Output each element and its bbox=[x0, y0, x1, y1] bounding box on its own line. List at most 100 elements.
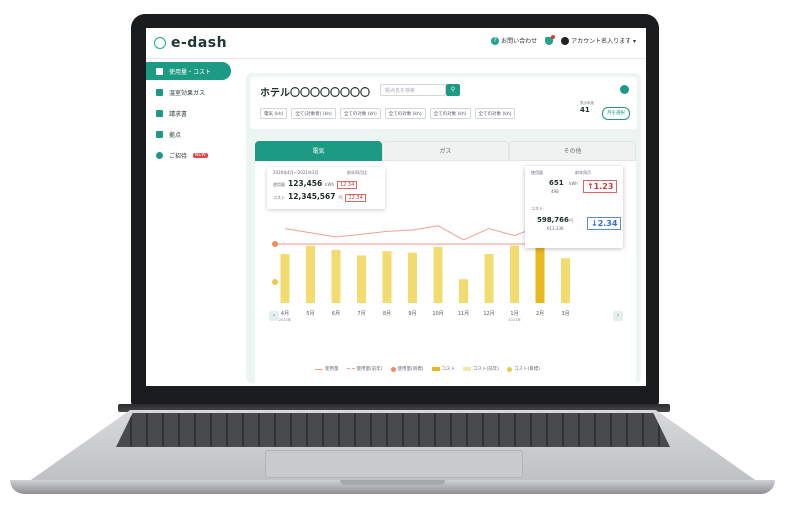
logo-text: e-dash bbox=[171, 35, 228, 51]
x-tick-label: 2月 bbox=[536, 311, 544, 317]
search-input[interactable]: 拠点名を検索 bbox=[380, 84, 446, 96]
legend: 使用量 使用量(前年) 使用量(目標) コスト コスト(前年) コスト(目標) bbox=[315, 366, 540, 372]
sidebar-item-invite[interactable]: ご招待 NEW bbox=[146, 146, 241, 164]
legend-item: コスト bbox=[431, 366, 455, 372]
x-tick-label: 6月 bbox=[332, 311, 340, 317]
tip-usage-unit: kWh bbox=[569, 181, 578, 186]
tab-gas[interactable]: ガス bbox=[382, 141, 509, 161]
account-label: アカウント名入ります ▾ bbox=[571, 38, 636, 45]
month-select-button[interactable]: 月を選択 bbox=[602, 107, 630, 120]
site-name: ホテル〇〇〇〇〇〇〇〇 bbox=[260, 88, 370, 99]
target-marker-cost bbox=[272, 279, 278, 285]
sidebar-item-sites[interactable]: 拠点 bbox=[146, 125, 241, 143]
tip-usage-value: 651 bbox=[549, 179, 564, 187]
invite-icon bbox=[156, 151, 163, 159]
x-tick-label: 5月 bbox=[306, 311, 314, 317]
sidebar-item-label: ご招待 bbox=[169, 152, 188, 160]
filter-selects: 電気 (kh) 全て(対象者) (kh) 全ての対象 (kh) 全ての対象 (k… bbox=[260, 108, 516, 119]
filter-card: ホテル〇〇〇〇〇〇〇〇 拠点名を検索 ⚲ 電気 (kh) 全て(対象者) (kh… bbox=[250, 77, 637, 129]
prev-arrow[interactable]: ‹ bbox=[269, 311, 279, 321]
building-icon bbox=[156, 130, 163, 138]
account-menu[interactable]: アカウント名入ります ▾ bbox=[561, 36, 636, 45]
sidebar-item-usage-cost[interactable]: 使用量・コスト bbox=[146, 62, 231, 80]
help-label: お問い合わせ bbox=[501, 38, 538, 45]
main-panel: ホテル〇〇〇〇〇〇〇〇 拠点名を検索 ⚲ 電気 (kh) 全て(対象者) (kh… bbox=[246, 73, 641, 383]
legend-item: コスト(目標) bbox=[507, 366, 540, 372]
cost-bar[interactable] bbox=[433, 247, 443, 303]
screen: e-dash ? お問い合わせ アカウント名入ります ▾ 使用量・コスト 温室効… bbox=[146, 28, 646, 386]
sidebar-item-label: 温室効果ガス bbox=[169, 89, 206, 97]
x-tick-label: 9月 bbox=[408, 311, 416, 317]
logo[interactable]: e-dash bbox=[154, 35, 227, 51]
cost-bar[interactable] bbox=[408, 252, 417, 303]
cost-bar[interactable] bbox=[331, 249, 341, 303]
filter-select[interactable]: 全ての対象 (kh) bbox=[384, 108, 426, 119]
header-actions: ? お問い合わせ アカウント名入ります ▾ bbox=[491, 34, 636, 45]
sidebar-item-invoice[interactable]: 請求書 bbox=[146, 104, 241, 122]
usage-line bbox=[284, 225, 566, 241]
trackpad bbox=[265, 450, 523, 478]
filter-select[interactable]: 全ての対象 (kh) bbox=[429, 108, 471, 119]
cost-bar[interactable] bbox=[484, 254, 494, 303]
tip-usage-prev: 498 bbox=[551, 189, 559, 194]
document-icon bbox=[156, 109, 163, 117]
legend-item: コスト(前年) bbox=[463, 366, 499, 372]
top-bar: e-dash ? お問い合わせ アカウント名入ります ▾ bbox=[146, 28, 646, 59]
tab-electricity[interactable]: 電気 bbox=[255, 141, 382, 161]
sidebar-item-ghg[interactable]: 温室効果ガス bbox=[146, 83, 241, 101]
filter-select[interactable]: 電気 (kh) bbox=[260, 108, 288, 119]
legend-item: 使用量(目標) bbox=[390, 366, 424, 372]
tip-usage-label: 使用量 bbox=[531, 170, 543, 175]
x-sub-label: 2020年 bbox=[279, 317, 292, 322]
tip-cost-value: 598,766 bbox=[537, 216, 569, 224]
x-tick-label: 10月 bbox=[432, 311, 443, 317]
tip-cost-pct: ↓2.34 bbox=[587, 217, 622, 230]
energy-tabs: 電気 ガス その他 bbox=[255, 141, 636, 161]
x-sub-label: 2021年 bbox=[508, 317, 521, 322]
help-link[interactable]: ? お問い合わせ bbox=[491, 36, 537, 45]
cost-bar[interactable] bbox=[382, 251, 392, 303]
cost-bar[interactable] bbox=[459, 279, 468, 303]
year-value[interactable]: 41 bbox=[580, 106, 590, 114]
legend-item: 使用量 bbox=[315, 366, 339, 372]
info-icon[interactable] bbox=[620, 85, 629, 94]
target-marker-usage bbox=[272, 241, 278, 247]
keyboard bbox=[116, 413, 670, 447]
tip-cost-prev: 612,336 bbox=[547, 226, 564, 231]
x-tick-label: 12月 bbox=[483, 311, 494, 317]
x-tick-label: 8月 bbox=[383, 311, 391, 317]
cost-bar[interactable] bbox=[510, 245, 519, 303]
sidebar: 使用量・コスト 温室効果ガス 請求書 拠点 ご招待 NEW bbox=[146, 59, 241, 386]
bell-icon[interactable] bbox=[545, 34, 556, 45]
search-button[interactable]: ⚲ bbox=[446, 84, 460, 96]
new-badge: NEW bbox=[193, 152, 208, 158]
sidebar-item-label: 請求書 bbox=[169, 110, 188, 118]
tip-cost-unit: 円 bbox=[569, 218, 573, 223]
logo-icon bbox=[154, 37, 166, 49]
tab-other[interactable]: その他 bbox=[509, 141, 636, 161]
laptop-notch bbox=[340, 480, 445, 485]
filter-select[interactable]: 全ての対象 (kh) bbox=[339, 108, 381, 119]
x-tick-label: 4月 bbox=[281, 311, 289, 317]
x-tick-label: 3月 bbox=[561, 311, 569, 317]
filter-select[interactable]: 全て(対象者) (kh) bbox=[291, 108, 336, 119]
sidebar-item-label: 拠点 bbox=[169, 131, 182, 139]
tip-cost-label: コスト bbox=[531, 206, 543, 211]
chart-icon bbox=[156, 67, 163, 75]
next-arrow[interactable]: › bbox=[613, 311, 623, 321]
cost-bar[interactable] bbox=[280, 254, 290, 303]
tip-prev-label: 前年同月 bbox=[575, 170, 591, 175]
x-tick-label: 1月 bbox=[510, 311, 518, 317]
tip-usage-pct: ↑1.23 bbox=[583, 180, 618, 193]
sidebar-item-label: 使用量・コスト bbox=[169, 68, 212, 76]
cost-bar[interactable] bbox=[561, 258, 570, 303]
cloud-icon bbox=[156, 88, 163, 96]
cost-bar[interactable] bbox=[357, 255, 366, 303]
account-icon bbox=[561, 36, 570, 45]
cost-bar[interactable] bbox=[306, 245, 315, 303]
x-tick-label: 11月 bbox=[458, 311, 469, 317]
x-tick-label: 7月 bbox=[357, 311, 365, 317]
tooltip: 使用量 前年同月 651 kWh 498 ↑1.23 コスト 598,766 円… bbox=[525, 166, 623, 248]
filter-select[interactable]: 全ての対象 (kh) bbox=[474, 108, 516, 119]
help-icon: ? bbox=[491, 36, 500, 45]
